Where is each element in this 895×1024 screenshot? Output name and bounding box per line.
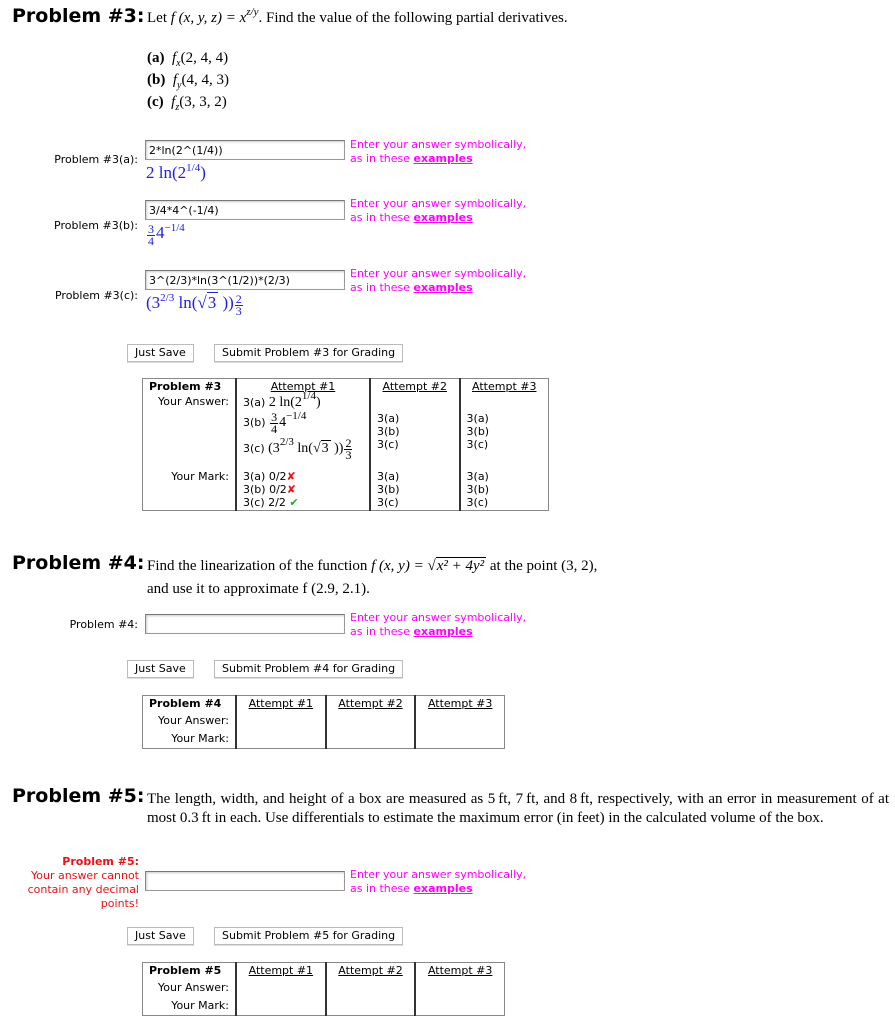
problem-3-attempts-table: Problem #3 Attempt #1 Attempt #2 Attempt… xyxy=(142,378,549,511)
wrong-icon: ✘ xyxy=(286,470,296,483)
mark-part: 3(a) xyxy=(377,470,400,483)
attempt-2-answers: 3(a) 3(b) 3(c) xyxy=(369,394,460,469)
problem-3a-preview: 2 ln(21/4) xyxy=(146,162,206,183)
attempt-2-link[interactable]: Attempt #2 xyxy=(324,695,416,714)
problem-3a-hint: Enter your answer symbolically, as in the… xyxy=(350,138,527,165)
problem-5-label: Problem #5: xyxy=(62,855,139,868)
answer-3b: 3(b) 3 4 4−1/4 xyxy=(243,410,307,436)
problem-4-just-save-button[interactable]: Just Save xyxy=(127,660,194,678)
attempt-1-link[interactable]: Attempt #1 xyxy=(235,695,326,714)
problem-3c-input[interactable] xyxy=(145,270,345,290)
your-mark-label: Your Mark: xyxy=(171,470,229,483)
mark-part: 3(c) xyxy=(466,496,489,509)
examples-link[interactable]: examples xyxy=(414,152,473,165)
part-b: (b) fy(4, 4, 3) xyxy=(147,71,229,93)
statement-text: . Find the value of the following partia… xyxy=(258,10,568,26)
attempt-3-marks: 3(a) 3(b) 3(c) xyxy=(458,469,549,511)
part-a: (a) fx(2, 4, 4) xyxy=(147,49,229,71)
statement-function: f (x, y, z) = x xyxy=(170,10,247,26)
problem-3c-hint: Enter your answer symbolically, as in the… xyxy=(350,267,527,294)
your-answer-label: Your Answer: xyxy=(157,395,229,408)
mark-3c: 3(c) 2/2 ✔ xyxy=(243,496,299,509)
problem-5-just-save-button[interactable]: Just Save xyxy=(127,927,194,945)
answer-part: 3(b) xyxy=(377,425,400,438)
problem-3b-label: Problem #3(b): xyxy=(54,219,138,232)
answer-part: 3(a) xyxy=(377,412,400,425)
problem-3c-preview: (32/3 ln(√3 )) 2 3 xyxy=(146,292,243,318)
problem-5-hint: Enter your answer symbolically, as in the… xyxy=(350,868,527,895)
part-args: (2, 4, 4) xyxy=(180,50,229,66)
problem-3-just-save-button[interactable]: Just Save xyxy=(127,344,194,362)
part-label: (a) xyxy=(147,50,165,66)
part-args: (4, 4, 3) xyxy=(181,72,229,88)
part-label: (c) xyxy=(147,94,164,110)
problem-3b-input[interactable] xyxy=(145,200,345,220)
problem-4-input[interactable] xyxy=(145,614,345,634)
answer-3c: 3(c) (32/3 ln(√3 )) 2 3 xyxy=(243,436,353,462)
problem-5-submit-button[interactable]: Submit Problem #5 for Grading xyxy=(214,927,404,945)
problem-5-attempts-table: Problem #5 Attempt #1 Attempt #2 Attempt… xyxy=(142,962,505,1016)
problem-3a-input[interactable] xyxy=(145,140,345,160)
problem-3-submit-button[interactable]: Submit Problem #3 for Grading xyxy=(214,344,404,362)
problem-3b-preview: 3 4 4−1/4 xyxy=(147,222,185,248)
problem-4-label: Problem #4: xyxy=(69,618,138,631)
problem-4-submit-button[interactable]: Submit Problem #4 for Grading xyxy=(214,660,404,678)
mark-3a: 3(a) 0/2✘ xyxy=(243,470,296,483)
attempt-3-answers: 3(a) 3(b) 3(c) xyxy=(458,394,549,469)
mark-part: 3(a) xyxy=(466,470,489,483)
attempt-3-link[interactable]: Attempt #3 xyxy=(414,962,505,981)
part-list: (a) fx(2, 4, 4) (b) fy(4, 4, 3) (c) fz(3… xyxy=(147,49,229,115)
attempt-1-answers: 3(a) 2 ln(21/4) 3(b) 3 4 4−1/4 3(c) (32/3 … xyxy=(235,391,370,469)
problem-4-statement: Find the linearization of the function f… xyxy=(147,557,598,597)
examples-link[interactable]: examples xyxy=(414,882,473,895)
table-head: Problem #3 xyxy=(149,380,222,393)
attempt-3-link[interactable]: Attempt #3 xyxy=(458,378,549,394)
table-head: Problem #4 xyxy=(149,697,222,710)
problem-4-title: Problem #4: xyxy=(12,552,145,574)
examples-link[interactable]: examples xyxy=(414,625,473,638)
problem-5-label-block: Problem #5: Your answer cannot contain a… xyxy=(10,855,139,911)
attempt-2-marks: 3(a) 3(b) 3(c) xyxy=(369,469,460,511)
attempt-2-link[interactable]: Attempt #2 xyxy=(324,962,416,981)
problem-3b-hint: Enter your answer symbolically, as in the… xyxy=(350,197,527,224)
attempt-2-link[interactable]: Attempt #2 xyxy=(369,378,460,394)
statement-text: Let xyxy=(147,10,171,26)
problem-5-title: Problem #5: xyxy=(12,785,145,807)
problem-3c-label: Problem #3(c): xyxy=(54,289,138,302)
your-mark-label: Your Mark: xyxy=(171,731,229,745)
examples-link[interactable]: examples xyxy=(414,281,473,294)
problem-4-hint: Enter your answer symbolically, as in the… xyxy=(350,611,527,638)
examples-link[interactable]: examples xyxy=(414,211,473,224)
problem-4-attempts-table: Problem #4 Attempt #1 Attempt #2 Attempt… xyxy=(142,695,505,749)
mark-part: 3(b) xyxy=(466,483,490,496)
problem-5-error-message: Your answer cannot contain any decimal p… xyxy=(27,869,139,910)
answer-part: 3(c) xyxy=(377,438,399,451)
answer-part: 3(c) xyxy=(466,438,489,451)
problem-5-input[interactable] xyxy=(145,871,345,891)
mark-part: 3(b) xyxy=(377,483,400,496)
problem-5-statement: The length, width, and height of a box a… xyxy=(147,791,889,826)
your-answer-label: Your Answer: xyxy=(157,714,229,728)
part-args: (3, 3, 2) xyxy=(179,94,227,110)
answer-part: 3(a) xyxy=(466,412,489,425)
table-head: Problem #5 xyxy=(149,964,222,977)
check-icon: ✔ xyxy=(289,496,299,509)
problem-3-title: Problem #3: xyxy=(12,5,145,27)
wrong-icon: ✘ xyxy=(286,483,296,496)
answer-part: 3(b) xyxy=(466,425,490,438)
part-c: (c) fz(3, 3, 2) xyxy=(147,93,229,115)
your-mark-label: Your Mark: xyxy=(171,998,229,1012)
problem-3a-label: Problem #3(a): xyxy=(54,153,138,166)
part-label: (b) xyxy=(147,72,166,88)
mark-3b: 3(b) 0/2✘ xyxy=(243,483,296,496)
problem-3-statement: Let f (x, y, z) = xz/y. Find the value o… xyxy=(147,6,568,28)
statement-exponent: z/y xyxy=(246,6,259,18)
attempt-1-marks: 3(a) 0/2✘ 3(b) 0/2✘ 3(c) 2/2 ✔ xyxy=(235,469,370,511)
attempt-1-link[interactable]: Attempt #1 xyxy=(235,962,326,981)
your-answer-label: Your Answer: xyxy=(157,981,229,995)
attempt-3-link[interactable]: Attempt #3 xyxy=(414,695,505,714)
mark-part: 3(c) xyxy=(377,496,399,509)
